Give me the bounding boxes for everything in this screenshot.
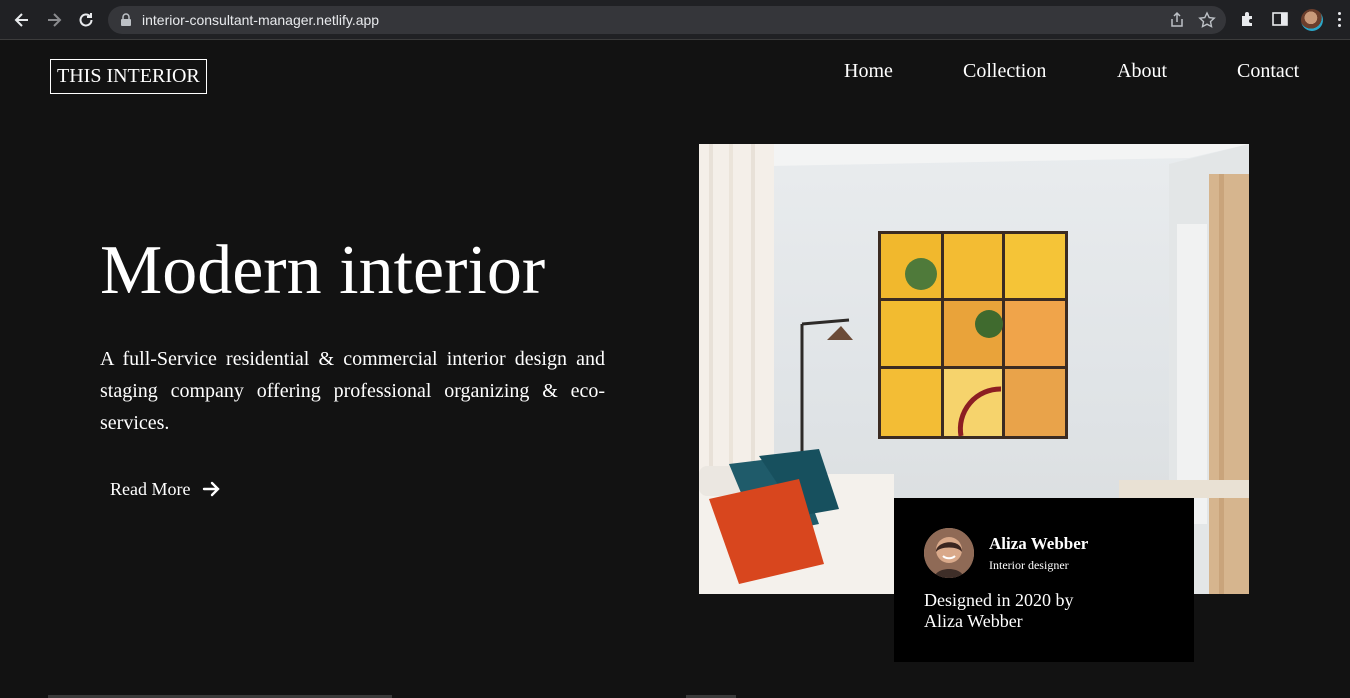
- nav-contact[interactable]: Contact: [1237, 60, 1299, 83]
- hero-description: A full-Service residential & commercial …: [100, 348, 605, 434]
- browser-toolbar: interior-consultant-manager.netlify.app: [0, 0, 1350, 40]
- extensions-puzzle-icon[interactable]: [1239, 10, 1257, 28]
- bookmark-star-icon[interactable]: [1198, 11, 1216, 29]
- hero-title: Modern interior: [100, 232, 546, 309]
- nav-collection[interactable]: Collection: [963, 60, 1046, 83]
- nav-home[interactable]: Home: [844, 60, 893, 83]
- lock-icon: [121, 13, 131, 26]
- profile-avatar[interactable]: [1301, 9, 1323, 31]
- site-logo[interactable]: THIS INTERIOR: [50, 59, 207, 94]
- url-text: interior-consultant-manager.netlify.app: [142, 12, 380, 28]
- reload-icon[interactable]: [76, 10, 96, 30]
- arrow-right-icon: [203, 481, 221, 497]
- design-credit: Designed in 2020 by Aliza Webber: [924, 590, 1074, 631]
- address-bar[interactable]: interior-consultant-manager.netlify.app: [108, 6, 1226, 34]
- read-more-link[interactable]: Read More: [110, 477, 222, 501]
- browser-menu-icon[interactable]: [1338, 12, 1342, 30]
- designer-role: Interior designer: [989, 558, 1069, 572]
- designer-avatar: [924, 528, 974, 578]
- designer-card: Aliza Webber Interior designer Designed …: [894, 498, 1194, 662]
- side-panel-icon[interactable]: [1271, 10, 1289, 28]
- read-more-label: Read More: [110, 479, 191, 499]
- back-arrow-icon[interactable]: [12, 10, 32, 30]
- nav-about[interactable]: About: [1117, 60, 1167, 83]
- share-icon[interactable]: [1168, 11, 1186, 29]
- forward-arrow-icon[interactable]: [44, 10, 64, 30]
- designer-name: Aliza Webber: [989, 534, 1089, 553]
